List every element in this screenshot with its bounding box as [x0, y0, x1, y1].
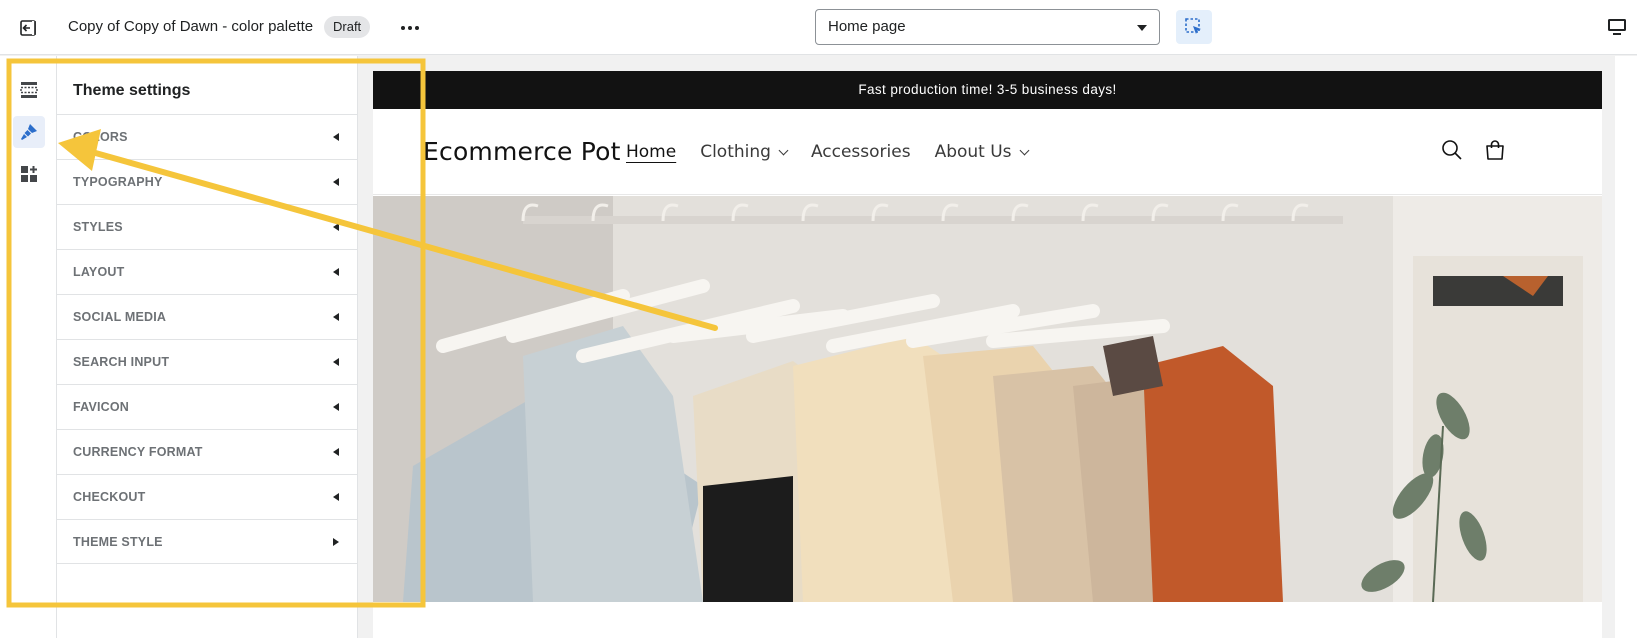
more-horizontal-icon — [401, 26, 419, 30]
inspector-toggle-button[interactable] — [1176, 10, 1212, 44]
settings-item-label: SEARCH INPUT — [73, 355, 170, 369]
store-nav: Home Clothing Accessories About Us — [626, 142, 1052, 162]
chevron-down-icon — [1019, 145, 1029, 155]
nav-item-home[interactable]: Home — [626, 142, 676, 162]
page-select[interactable]: Home page — [815, 9, 1160, 45]
status-badge: Draft — [324, 16, 371, 38]
announcement-bar: Fast production time! 3-5 business days! — [373, 71, 1602, 109]
theme-settings-panel: Theme settings COLORS TYPOGRAPHY STYLES … — [57, 56, 358, 638]
storefront-preview: Fast production time! 3-5 business days!… — [358, 56, 1637, 638]
settings-item-social-media[interactable]: SOCIAL MEDIA — [57, 294, 357, 339]
caret-left-icon — [333, 178, 339, 186]
rail-item-theme-settings[interactable] — [13, 116, 45, 148]
caret-left-icon — [333, 313, 339, 321]
theme-title: Copy of Copy of Dawn - color palette — [68, 18, 314, 35]
settings-item-label: SOCIAL MEDIA — [73, 310, 167, 324]
rail-item-sections[interactable] — [13, 74, 45, 106]
settings-item-typography[interactable]: TYPOGRAPHY — [57, 159, 357, 204]
editor-top-bar: Copy of Copy of Dawn - color palette Dra… — [0, 0, 1637, 55]
rail-item-app-blocks[interactable] — [13, 158, 45, 190]
settings-item-label: STYLES — [73, 220, 123, 234]
settings-item-checkout[interactable]: CHECKOUT — [57, 474, 357, 519]
settings-item-label: CURRENCY FORMAT — [73, 445, 203, 459]
caret-right-icon — [333, 538, 339, 546]
store-logo[interactable]: Ecommerce Pot — [423, 137, 621, 166]
settings-item-label: THEME STYLE — [73, 535, 163, 549]
caret-left-icon — [333, 493, 339, 501]
desktop-icon — [1608, 19, 1626, 35]
settings-item-label: LAYOUT — [73, 265, 125, 279]
section-spacer — [373, 602, 1602, 638]
caret-left-icon — [333, 448, 339, 456]
nav-label: About Us — [934, 142, 1012, 162]
caret-left-icon — [333, 133, 339, 141]
settings-item-theme-style[interactable]: THEME STYLE — [57, 519, 357, 564]
settings-list: COLORS TYPOGRAPHY STYLES LAYOUT SOCIAL M… — [57, 114, 357, 564]
chevron-down-icon — [778, 145, 789, 155]
cart-icon — [1486, 140, 1504, 160]
preview-scrollbar[interactable] — [1615, 56, 1637, 638]
store-page: Fast production time! 3-5 business days!… — [373, 71, 1602, 638]
page-select-value: Home page — [828, 18, 906, 35]
settings-item-label: FAVICON — [73, 400, 130, 414]
nav-label: Clothing — [700, 142, 771, 162]
exit-icon — [20, 20, 36, 36]
search-button[interactable] — [1439, 137, 1465, 163]
device-preview-button[interactable] — [1604, 14, 1630, 40]
settings-item-layout[interactable]: LAYOUT — [57, 249, 357, 294]
settings-item-search-input[interactable]: SEARCH INPUT — [57, 339, 357, 384]
panel-title: Theme settings — [73, 82, 191, 99]
nav-label: Home — [626, 142, 677, 162]
settings-item-currency-format[interactable]: CURRENCY FORMAT — [57, 429, 357, 474]
search-icon — [1442, 140, 1462, 160]
nav-item-clothing[interactable]: Clothing — [700, 142, 789, 162]
sections-icon — [20, 82, 38, 98]
nav-item-about-us[interactable]: About Us — [934, 142, 1029, 162]
theme-settings-brush-icon — [21, 124, 37, 140]
caret-left-icon — [333, 223, 339, 231]
nav-item-accessories[interactable]: Accessories — [811, 142, 911, 162]
clothing-rack-illustration — [373, 196, 1602, 602]
inspector-select-icon — [1185, 18, 1201, 34]
cart-button[interactable] — [1482, 137, 1508, 163]
chevron-down-icon — [1137, 25, 1147, 31]
hero-image — [373, 196, 1602, 602]
settings-item-label: TYPOGRAPHY — [73, 175, 163, 189]
settings-item-styles[interactable]: STYLES — [57, 204, 357, 249]
editor-icon-rail — [0, 56, 57, 638]
caret-left-icon — [333, 268, 339, 276]
caret-left-icon — [333, 358, 339, 366]
settings-item-label: COLORS — [73, 130, 128, 144]
caret-left-icon — [333, 403, 339, 411]
nav-label: Accessories — [810, 142, 911, 162]
settings-item-label: CHECKOUT — [73, 490, 146, 504]
more-actions-button[interactable] — [396, 14, 424, 42]
settings-item-favicon[interactable]: FAVICON — [57, 384, 357, 429]
settings-item-colors[interactable]: COLORS — [57, 114, 357, 159]
exit-button[interactable] — [14, 14, 42, 42]
store-header: Ecommerce Pot Home Clothing Accessories … — [373, 109, 1602, 195]
app-blocks-icon — [21, 166, 37, 182]
